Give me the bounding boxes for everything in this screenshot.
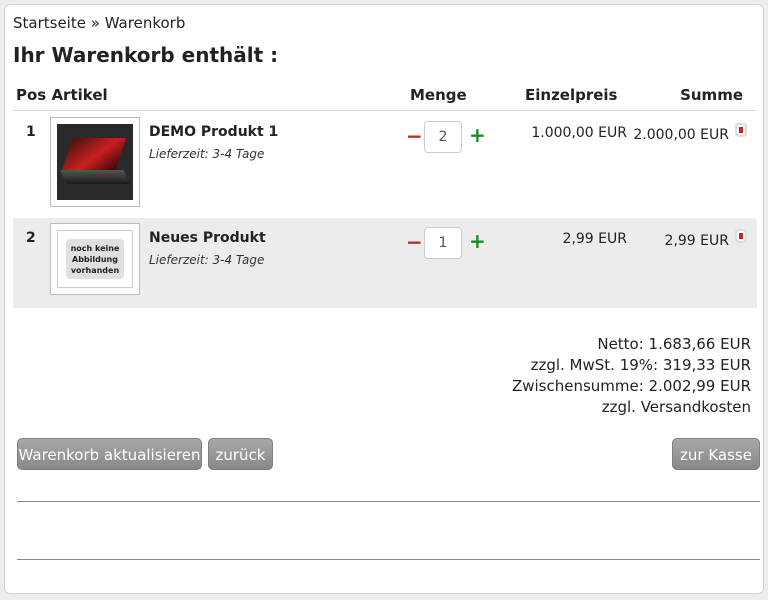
row-position: 2	[26, 230, 36, 246]
back-button[interactable]: zurück	[208, 438, 273, 470]
cart-panel: Startseite » Warenkorb Ihr Warenkorb ent…	[4, 4, 764, 594]
product-name-link[interactable]: DEMO Produkt 1	[149, 124, 278, 140]
unit-price: 1.000,00 EUR	[531, 125, 627, 141]
decrease-quantity-button[interactable]: −	[406, 230, 423, 254]
increase-quantity-button[interactable]: +	[469, 229, 486, 253]
unit-price: 2,99 EUR	[562, 231, 627, 247]
trash-icon[interactable]	[735, 229, 747, 243]
header-pos-artikel: Pos Artikel	[16, 86, 108, 104]
netto-line: Netto: 1.683,66 EUR	[597, 335, 751, 353]
breadcrumb: Startseite » Warenkorb	[13, 14, 185, 32]
increase-quantity-button[interactable]: +	[469, 123, 486, 147]
delivery-time: Lieferzeit: 3-4 Tage	[149, 253, 265, 267]
product-name-link[interactable]: Neues Produkt	[149, 230, 266, 246]
divider	[17, 559, 760, 560]
breadcrumb-home-link[interactable]: Startseite	[13, 14, 86, 32]
line-total: 2,99 EUR	[664, 233, 729, 249]
quantity-input[interactable]: 2	[424, 121, 462, 153]
cart-table-header: Pos Artikel Menge Einzelpreis Summe	[13, 83, 757, 111]
checkout-button[interactable]: zur Kasse	[672, 438, 760, 470]
laptop-image	[57, 124, 133, 200]
cart-row: 1 DEMO Produkt 1 Lieferzeit: 3-4 Tage − …	[13, 112, 757, 207]
header-menge: Menge	[410, 86, 467, 104]
shipping-note: zzgl. Versandkosten	[601, 398, 751, 416]
cart-row: 2 noch keine Abbildung vorhanden Neues P…	[13, 218, 757, 308]
decrease-quantity-button[interactable]: −	[406, 124, 423, 148]
mwst-line: zzgl. MwSt. 19%: 319,33 EUR	[530, 356, 751, 374]
header-einzelpreis: Einzelpreis	[525, 86, 618, 104]
line-total: 2.000,00 EUR	[633, 127, 729, 143]
subtotal-line: Zwischensumme: 2.002,99 EUR	[511, 377, 751, 395]
breadcrumb-separator: »	[85, 14, 105, 32]
product-thumbnail[interactable]	[50, 117, 140, 207]
delivery-time: Lieferzeit: 3-4 Tage	[149, 147, 265, 161]
row-position: 1	[26, 124, 36, 140]
quantity-input[interactable]: 1	[424, 227, 462, 259]
breadcrumb-current: Warenkorb	[104, 14, 186, 32]
no-image-text: noch keine Abbildung vorhanden	[66, 239, 124, 279]
cart-totals: Netto: 1.683,66 EUR zzgl. MwSt. 19%: 319…	[512, 334, 751, 418]
divider	[17, 501, 760, 502]
trash-icon[interactable]	[735, 123, 747, 137]
page-title: Ihr Warenkorb enthält :	[13, 43, 279, 67]
update-cart-button[interactable]: Warenkorb aktualisieren	[17, 438, 202, 470]
product-thumbnail[interactable]: noch keine Abbildung vorhanden	[50, 223, 140, 295]
no-image-placeholder: noch keine Abbildung vorhanden	[57, 230, 133, 288]
header-summe: Summe	[680, 86, 743, 104]
